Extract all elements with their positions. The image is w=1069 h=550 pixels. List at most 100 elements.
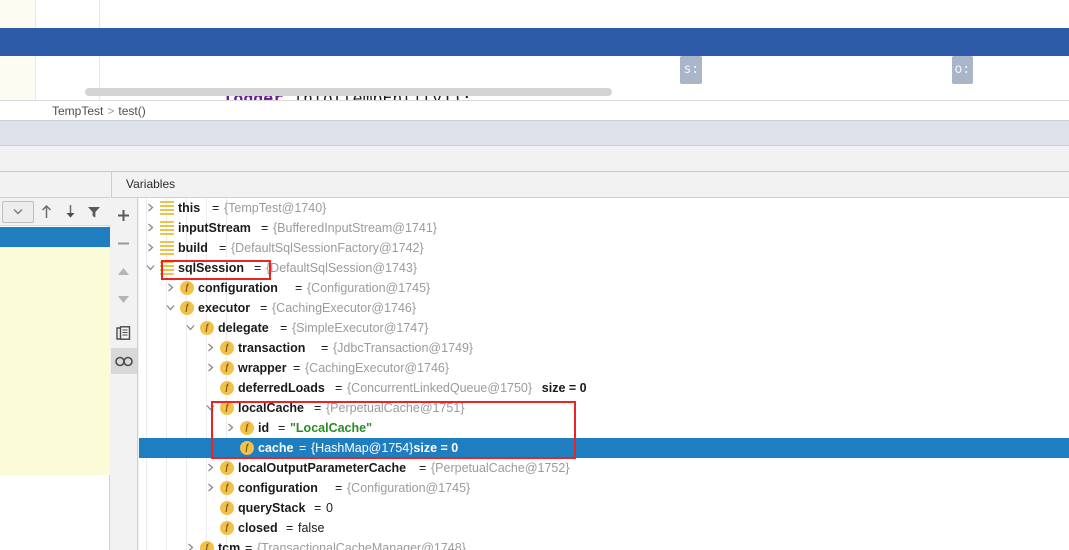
variable-name: cache <box>258 441 294 455</box>
code-line-3[interactable]: logger.info(tempEntity1); <box>0 57 1069 100</box>
variable-row[interactable]: f closed = false <box>139 518 1069 538</box>
step-up-icon[interactable] <box>34 200 58 224</box>
variable-value: {BufferedInputStream@1741} <box>273 221 437 235</box>
variable-value: "LocalCache" <box>290 421 373 435</box>
frames-toolbar[interactable] <box>0 198 110 226</box>
chevron-down-icon[interactable] <box>183 318 197 338</box>
variable-name: configuration <box>238 481 318 495</box>
variable-row[interactable]: sqlSession = {DefaultSqlSession@1743} <box>139 258 1069 278</box>
chevron-right-icon[interactable] <box>143 218 157 238</box>
copy-icon[interactable] <box>111 320 137 346</box>
variable-row[interactable]: f delegate = {SimpleExecutor@1747} <box>139 318 1069 338</box>
variable-value: {DefaultSqlSessionFactory@1742} <box>231 241 424 255</box>
filter-icon[interactable] <box>82 200 106 224</box>
variable-equals: = <box>280 321 288 335</box>
chevron-right-icon[interactable] <box>203 478 217 498</box>
add-watch-icon[interactable] <box>111 202 137 228</box>
field-variable-icon: f <box>220 381 234 395</box>
code-editor[interactable]: SqlSession sqlSession = build.openSessio… <box>0 0 1069 100</box>
variable-row[interactable]: this = {TempTest@1740} <box>139 198 1069 218</box>
chevron-right-icon[interactable] <box>183 538 197 550</box>
chevron-right-icon[interactable] <box>143 198 157 218</box>
variable-equals: = <box>295 281 303 295</box>
field-variable-icon: f <box>180 281 194 295</box>
variable-equals: = <box>254 261 262 275</box>
move-up-icon[interactable] <box>111 258 137 284</box>
step-down-icon[interactable] <box>58 200 82 224</box>
breadcrumb[interactable]: TempTest > test() <box>52 103 146 119</box>
variable-value: {TempTest@1740} <box>224 201 327 215</box>
chevron-right-icon[interactable] <box>203 458 217 478</box>
variable-row[interactable]: f configuration = {Configuration@1745} <box>139 478 1069 498</box>
chevron-right-icon[interactable] <box>223 418 237 438</box>
breadcrumb-separator-icon: > <box>107 104 115 118</box>
code-line-2-highlighted[interactable]: TempEntity tempEntity1 = sqlSession.sele… <box>0 28 1069 84</box>
variable-value: {DefaultSqlSession@1743} <box>266 261 417 275</box>
variable-equals: = <box>335 481 343 495</box>
local-variable-icon <box>160 261 174 275</box>
variable-value: {PerpetualCache@1751} <box>326 401 465 415</box>
debugger-panel: Variables this = {TempTest@1740} inputStrea… <box>0 172 1069 550</box>
variable-equals: = <box>212 201 220 215</box>
inspect-icon[interactable] <box>110 348 137 374</box>
variable-value: {SimpleExecutor@1747} <box>292 321 429 335</box>
frames-selected-row[interactable] <box>0 227 110 247</box>
chevron-down-icon[interactable] <box>143 258 157 278</box>
variable-equals: = <box>321 341 329 355</box>
field-variable-icon: f <box>220 361 234 375</box>
variable-value: false <box>298 521 325 535</box>
breadcrumb-method[interactable]: test() <box>118 104 145 118</box>
variable-name: executor <box>198 301 251 315</box>
variable-equals: = <box>261 221 269 235</box>
variable-row[interactable]: f cache = {HashMap@1754} size = 0 <box>139 438 1069 458</box>
variables-mini-toolbar[interactable] <box>110 198 138 550</box>
variable-row[interactable]: f id = "LocalCache" <box>139 418 1069 438</box>
breadcrumb-class[interactable]: TempTest <box>52 104 103 118</box>
variable-name: this <box>178 201 201 215</box>
variable-row[interactable]: inputStream = {BufferedInputStream@1741} <box>139 218 1069 238</box>
remove-watch-icon[interactable] <box>111 230 137 256</box>
field-variable-icon: f <box>220 501 234 515</box>
chevron-right-icon[interactable] <box>143 238 157 258</box>
chevron-right-icon[interactable] <box>203 358 217 378</box>
variable-name: tcm <box>218 541 241 550</box>
chevron-right-icon[interactable] <box>203 338 217 358</box>
variable-row[interactable]: build = {DefaultSqlSessionFactory@1742} <box>139 238 1069 258</box>
variable-value: {PerpetualCache@1752} <box>431 461 570 475</box>
variable-name: deferredLoads <box>238 381 325 395</box>
variable-equals: = <box>278 421 286 435</box>
variable-equals: = <box>286 521 294 535</box>
breadcrumb-bar: TempTest > test() <box>0 100 1069 120</box>
variable-row[interactable]: f configuration = {Configuration@1745} <box>139 278 1069 298</box>
variable-row[interactable]: f tcm = {TransactionalCacheManager@1748} <box>139 538 1069 550</box>
variable-row[interactable]: f localCache = {PerpetualCache@1751} <box>139 398 1069 418</box>
editor-horizontal-scrollbar[interactable] <box>85 88 612 96</box>
variable-row[interactable]: f transaction = {JdbcTransaction@1749} <box>139 338 1069 358</box>
variable-row[interactable]: f localOutputParameterCache = {PerpetualCac… <box>139 458 1069 478</box>
field-variable-icon: f <box>180 301 194 315</box>
field-variable-icon: f <box>200 541 214 550</box>
field-variable-icon: f <box>220 341 234 355</box>
field-variable-icon: f <box>220 401 234 415</box>
local-variable-icon <box>160 221 174 235</box>
move-down-icon[interactable] <box>111 286 137 312</box>
chevron-down-icon[interactable] <box>163 298 177 318</box>
variable-name: wrapper <box>238 361 287 375</box>
variable-value: {CachingExecutor@1746} <box>305 361 450 375</box>
variable-row[interactable]: f queryStack = 0 <box>139 498 1069 518</box>
frames-pane[interactable] <box>0 172 110 550</box>
field-variable-icon: f <box>200 321 214 335</box>
thread-selector-combo[interactable] <box>2 200 34 223</box>
chevron-right-icon[interactable] <box>163 278 177 298</box>
code-line-1[interactable]: SqlSession sqlSession = build.openSessio… <box>0 0 1069 51</box>
tool-window-tabstrip[interactable] <box>0 120 1069 146</box>
variables-tree[interactable]: this = {TempTest@1740} inputStream = {Buffere… <box>139 198 1069 550</box>
variable-name: delegate <box>218 321 269 335</box>
variable-row[interactable]: f executor = {CachingExecutor@1746} <box>139 298 1069 318</box>
variable-row[interactable]: f deferredLoads = {ConcurrentLinkedQueue@17… <box>139 378 1069 398</box>
variable-extra: size = 0 <box>541 381 587 395</box>
variable-name: sqlSession <box>178 261 244 275</box>
frames-list-body[interactable] <box>0 247 110 475</box>
chevron-down-icon[interactable] <box>203 398 217 418</box>
variable-row[interactable]: f wrapper = {CachingExecutor@1746} <box>139 358 1069 378</box>
